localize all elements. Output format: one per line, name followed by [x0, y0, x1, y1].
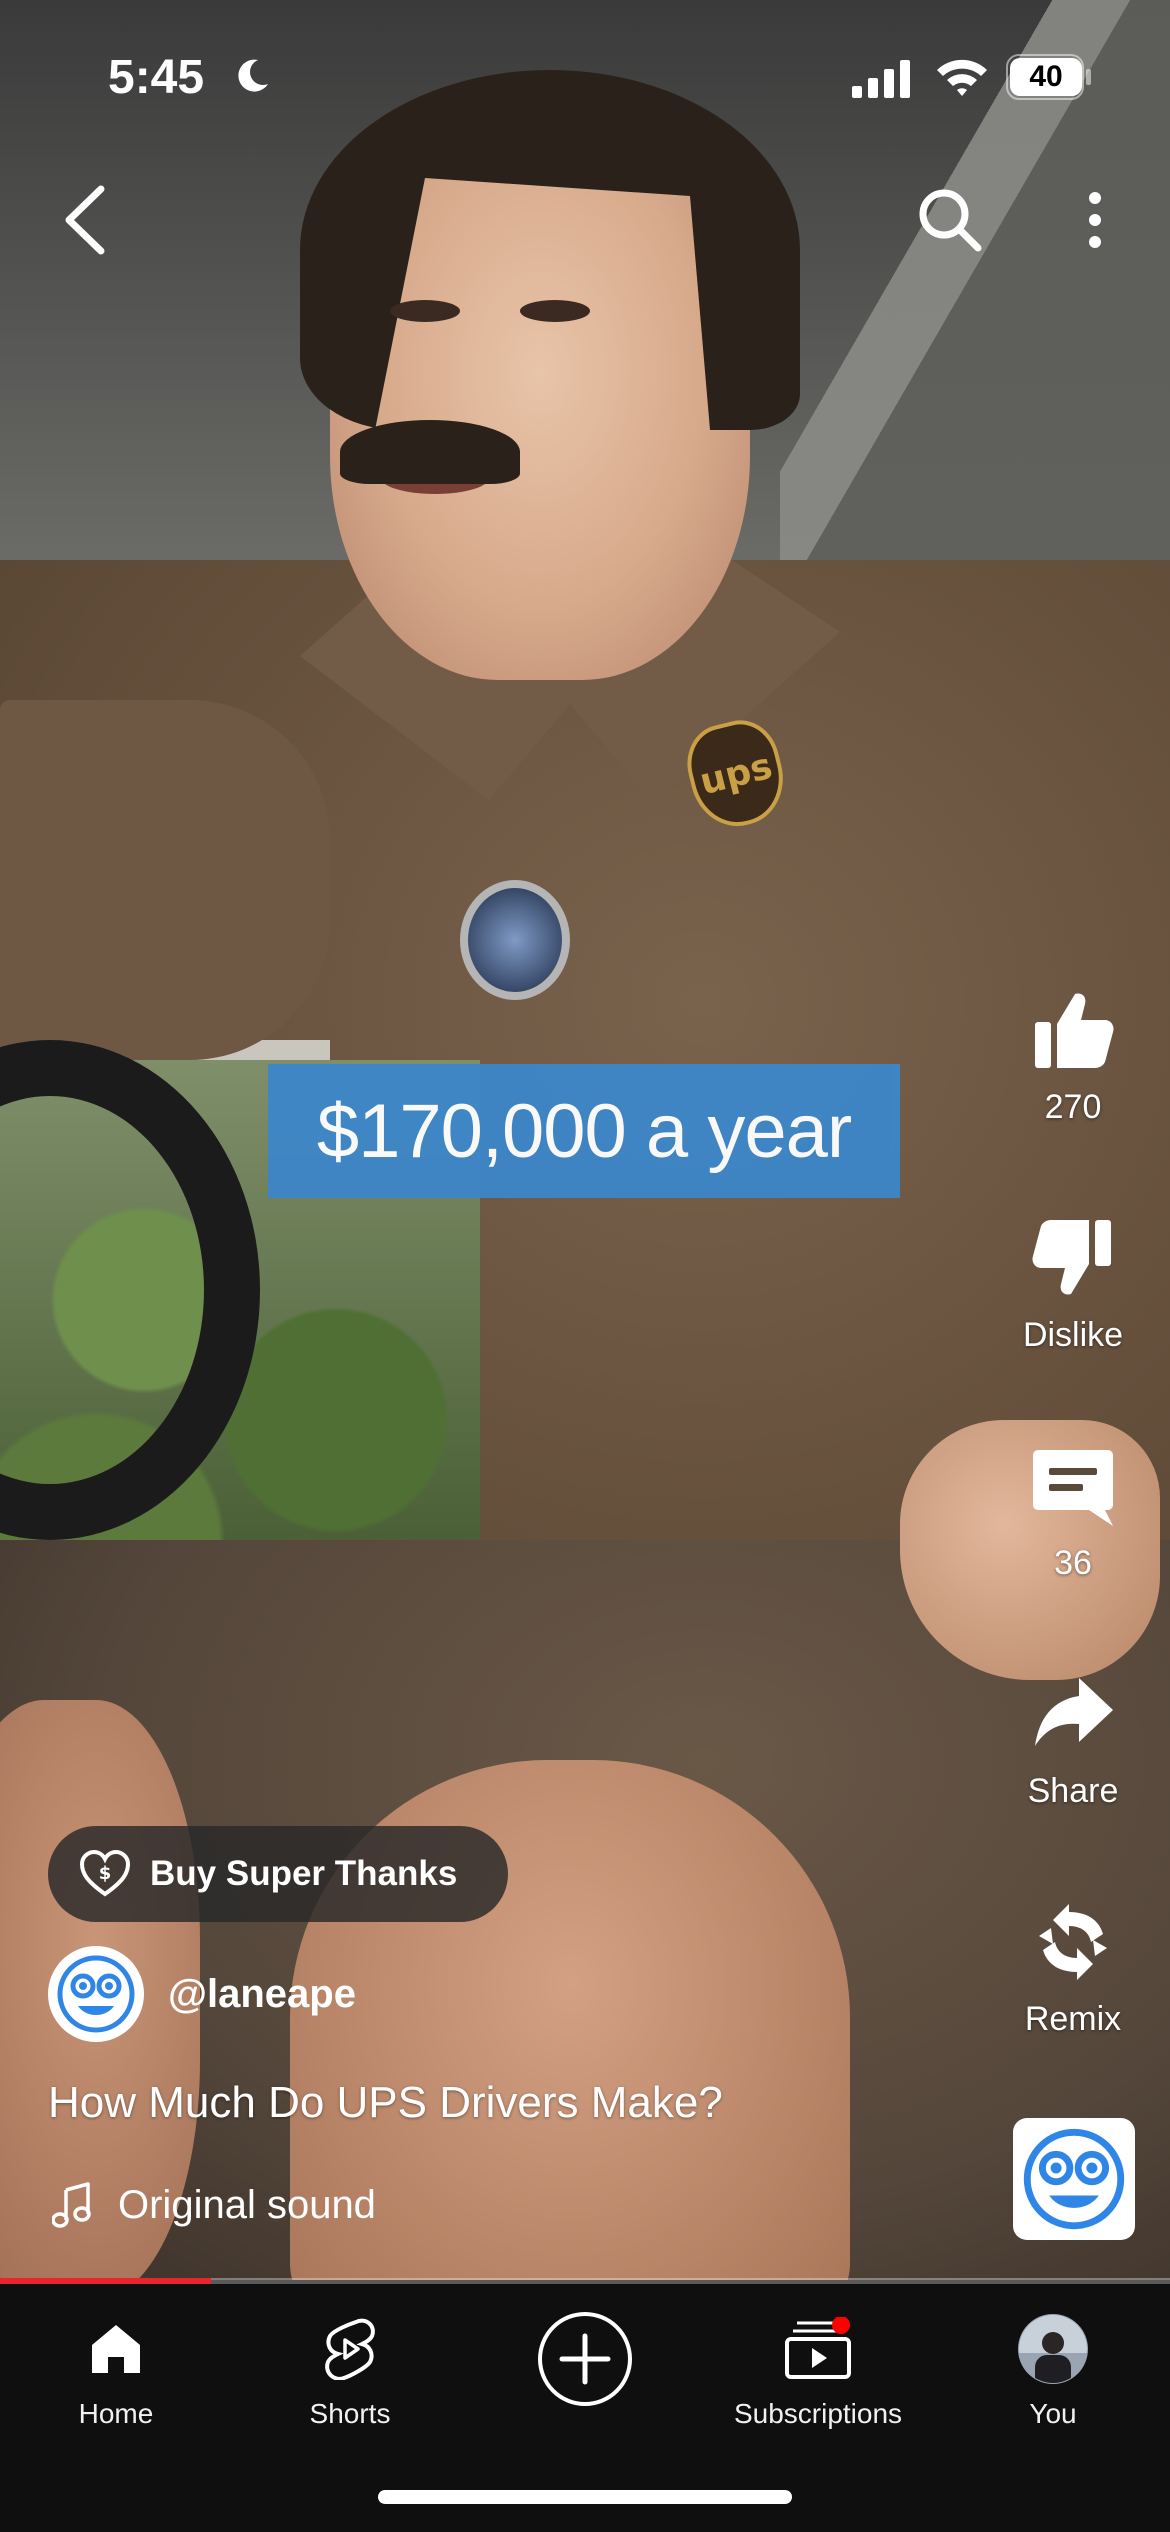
moon-icon	[238, 59, 268, 92]
dislike-button[interactable]: Dislike	[983, 1210, 1163, 1355]
comment-icon	[1033, 1450, 1113, 1526]
avatar	[1018, 2314, 1088, 2384]
nav-you[interactable]: You	[943, 2304, 1163, 2430]
search-icon	[919, 189, 982, 252]
status-time: 5:45	[108, 51, 205, 104]
remix-button[interactable]: Remix	[983, 1894, 1163, 2039]
comment-count: 36	[1054, 1544, 1092, 1582]
thumbs-down-icon	[1032, 1220, 1111, 1295]
more-options-button[interactable]	[1060, 170, 1130, 270]
more-vertical-icon	[1089, 192, 1101, 248]
back-button[interactable]	[50, 170, 120, 270]
video-scene-eye	[390, 300, 460, 322]
channel-handle[interactable]: @laneape	[168, 1972, 356, 2017]
nav-shorts[interactable]: Shorts	[240, 2304, 460, 2430]
subscriptions-icon	[785, 2317, 851, 2379]
buy-super-thanks-button[interactable]: $ Buy Super Thanks	[48, 1826, 508, 1922]
video-scene-sunglasses	[460, 880, 570, 1000]
cellular-signal-icon	[852, 60, 910, 98]
monkey-logo-icon	[1023, 2128, 1125, 2230]
share-arrow-icon	[1035, 1678, 1113, 1746]
nav-home-label: Home	[78, 2398, 154, 2429]
battery-level: 40	[1010, 58, 1082, 96]
nav-you-label: You	[1029, 2398, 1077, 2429]
music-note-icon	[52, 2182, 91, 2228]
home-icon	[92, 2325, 140, 2373]
video-caption: $170,000 a year	[268, 1064, 900, 1198]
monkey-logo-icon	[57, 1955, 135, 2033]
share-label: Share	[1027, 1772, 1119, 1810]
nav-home[interactable]: Home	[6, 2304, 226, 2430]
search-button[interactable]	[905, 170, 995, 270]
video-title[interactable]: How Much Do UPS Drivers Make?	[48, 2078, 723, 2128]
svg-text:$: $	[99, 1863, 112, 1884]
channel-row[interactable]: @laneape	[48, 1946, 356, 2042]
remix-icon	[1039, 1904, 1107, 1980]
home-indicator	[378, 2490, 792, 2504]
nav-subscriptions[interactable]: Subscriptions	[708, 2304, 928, 2430]
channel-avatar[interactable]	[48, 1946, 144, 2042]
chevron-left-icon	[65, 185, 105, 255]
nav-shorts-label: Shorts	[309, 2398, 391, 2429]
nav-subscriptions-label: Subscriptions	[733, 2398, 903, 2429]
sound-thumbnail[interactable]	[1013, 2118, 1135, 2240]
original-sound-link[interactable]: Original sound	[52, 2182, 376, 2228]
nav-create-button[interactable]	[475, 2304, 695, 2414]
video-scene-arm	[0, 700, 330, 1060]
comments-button[interactable]: 36	[983, 1438, 1163, 1583]
thumbs-up-icon	[1035, 993, 1114, 1068]
dislike-label: Dislike	[1022, 1316, 1124, 1354]
super-thanks-heart-icon: $	[80, 1850, 130, 1897]
like-count: 270	[1044, 1088, 1102, 1126]
wifi-icon	[937, 59, 987, 96]
create-plus-icon	[538, 2312, 632, 2406]
sound-label: Original sound	[118, 2182, 376, 2227]
shorts-icon	[325, 2318, 375, 2380]
video-scene-mustache	[340, 420, 520, 484]
share-button[interactable]: Share	[983, 1666, 1163, 1811]
video-scene-eye	[520, 300, 590, 322]
status-bar: 5:45 40	[0, 0, 1170, 150]
remix-label: Remix	[1024, 2000, 1122, 2038]
super-thanks-label: Buy Super Thanks	[150, 1854, 458, 1893]
like-button[interactable]: 270	[983, 982, 1163, 1127]
